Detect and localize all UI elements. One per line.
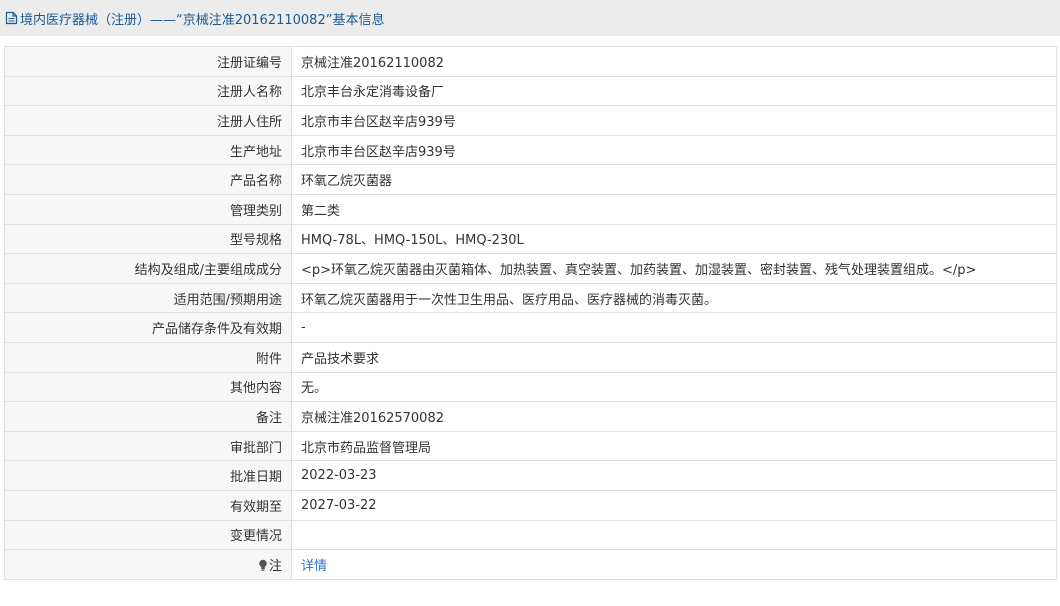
- table-row: 注册人名称 北京丰台永定消毒设备厂: [4, 75, 1057, 107]
- field-label: 注册人名称: [4, 75, 292, 107]
- table-row: 产品储存条件及有效期 -: [4, 312, 1057, 343]
- field-label: 生产地址: [4, 134, 292, 166]
- table-row: 批准日期 2022-03-23: [4, 460, 1057, 491]
- table-row: 有效期至 2027-03-22: [4, 489, 1057, 521]
- field-label: 适用范围/预期用途: [4, 282, 292, 314]
- page-header: 境内医疗器械（注册）——“京械注准20162110082”基本信息: [0, 0, 1060, 36]
- field-value: <p>环氧乙烷灭菌器由灭菌箱体、加热装置、真空装置、加药装置、加湿装置、密封装置…: [291, 253, 1057, 284]
- field-label: 备注: [4, 401, 292, 432]
- field-label: 批准日期: [4, 460, 292, 491]
- note-label-cell: 注: [4, 549, 292, 580]
- table-row: 产品名称 环氧乙烷灭菌器: [4, 164, 1057, 195]
- field-value: 京械注准20162570082: [291, 401, 1057, 432]
- table-row-note: 注 详情: [4, 549, 1057, 580]
- field-value: [291, 519, 1057, 551]
- table-row: 型号规格 HMQ-78L、HMQ-150L、HMQ-230L: [4, 223, 1057, 255]
- table-row: 备注 京械注准20162570082: [4, 401, 1057, 432]
- field-label: 注册人住所: [4, 105, 292, 136]
- field-label: 附件: [4, 341, 292, 373]
- document-icon: [5, 11, 18, 25]
- detail-container: 注册证编号 京械注准20162110082 注册人名称 北京丰台永定消毒设备厂 注册人住…: [0, 36, 1060, 580]
- field-label: 注册证编号: [4, 46, 292, 77]
- field-label: 结构及组成/主要组成成分: [4, 253, 292, 284]
- field-label: 产品储存条件及有效期: [4, 312, 292, 343]
- table-row: 适用范围/预期用途 环氧乙烷灭菌器用于一次性卫生用品、医疗用品、医疗器械的消毒灭菌…: [4, 282, 1057, 314]
- field-value: HMQ-78L、HMQ-150L、HMQ-230L: [291, 223, 1057, 255]
- field-value: 北京丰台永定消毒设备厂: [291, 75, 1057, 107]
- note-label: 注: [268, 558, 282, 574]
- field-value: 第二类: [291, 193, 1057, 225]
- table-row: 注册人住所 北京市丰台区赵辛店939号: [4, 105, 1057, 136]
- field-value: 环氧乙烷灭菌器用于一次性卫生用品、医疗用品、医疗器械的消毒灭菌。: [291, 282, 1057, 314]
- field-label: 产品名称: [4, 164, 292, 195]
- field-value: 北京市丰台区赵辛店939号: [291, 105, 1057, 136]
- bulb-icon: [258, 559, 268, 571]
- field-value: 北京市药品监督管理局: [291, 430, 1057, 462]
- field-label: 有效期至: [4, 489, 292, 521]
- field-value: 北京市丰台区赵辛店939号: [291, 134, 1057, 166]
- field-label: 管理类别: [4, 193, 292, 225]
- field-value: -: [291, 312, 1057, 343]
- field-label: 变更情况: [4, 519, 292, 551]
- note-value-cell: 详情: [291, 549, 1057, 580]
- field-value: 2027-03-22: [291, 489, 1057, 521]
- table-row: 结构及组成/主要组成成分 <p>环氧乙烷灭菌器由灭菌箱体、加热装置、真空装置、加药…: [4, 253, 1057, 284]
- field-value: 2022-03-23: [291, 460, 1057, 491]
- table-row: 其他内容 无。: [4, 371, 1057, 403]
- table-row: 注册证编号 京械注准20162110082: [4, 46, 1057, 77]
- table-row: 审批部门 北京市药品监督管理局: [4, 430, 1057, 462]
- page-title: 境内医疗器械（注册）——“京械注准20162110082”基本信息: [20, 12, 385, 28]
- table-row: 生产地址 北京市丰台区赵辛店939号: [4, 134, 1057, 166]
- field-label: 其他内容: [4, 371, 292, 403]
- details-link[interactable]: 详情: [301, 559, 327, 574]
- table-row: 变更情况: [4, 519, 1057, 551]
- registration-info-table: 注册证编号 京械注准20162110082 注册人名称 北京丰台永定消毒设备厂 注册人住…: [4, 46, 1057, 580]
- field-value: 无。: [291, 371, 1057, 403]
- field-label: 型号规格: [4, 223, 292, 255]
- field-value: 产品技术要求: [291, 341, 1057, 373]
- field-label: 审批部门: [4, 430, 292, 462]
- field-value: 环氧乙烷灭菌器: [291, 164, 1057, 195]
- field-value: 京械注准20162110082: [291, 46, 1057, 77]
- table-row: 管理类别 第二类: [4, 193, 1057, 225]
- table-row: 附件 产品技术要求: [4, 341, 1057, 373]
